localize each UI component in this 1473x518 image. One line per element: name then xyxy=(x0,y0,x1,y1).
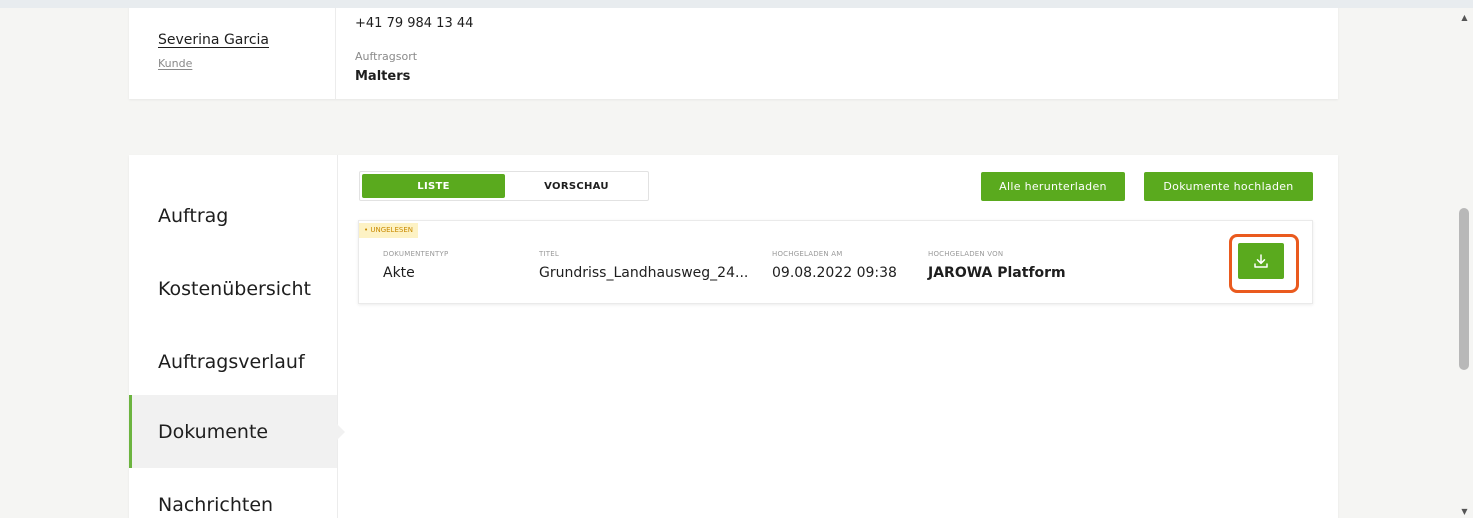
active-indicator xyxy=(337,424,345,440)
customer-name-link[interactable]: Severina Garcia xyxy=(158,32,269,48)
download-highlight xyxy=(1229,234,1299,293)
scroll-down-arrow-icon[interactable]: ▼ xyxy=(1456,504,1473,518)
download-all-button[interactable]: Alle herunterladen xyxy=(981,172,1125,201)
uploaded-at-label: HOCHGELADEN AM xyxy=(772,250,843,258)
card-divider xyxy=(335,8,336,99)
document-title-label: TITEL xyxy=(539,250,559,258)
uploaded-by-label: HOCHGELADEN VON xyxy=(928,250,1004,258)
sidebar-item-label: Dokumente xyxy=(158,420,269,443)
document-type-value: Akte xyxy=(383,265,415,281)
vertical-scrollbar[interactable]: ▲ ▼ xyxy=(1456,8,1473,518)
sidebar-item-auftragsverlauf[interactable]: Auftragsverlauf xyxy=(129,325,337,398)
sidebar-item-label: Kostenübersicht xyxy=(158,277,311,300)
sidebar-item-auftrag[interactable]: Auftrag xyxy=(129,179,337,252)
sidebar-item-label: Nachrichten xyxy=(158,493,274,516)
sidebar-item-kostenuebersicht[interactable]: Kostenübersicht xyxy=(129,252,337,325)
view-toggle: LISTE VORSCHAU xyxy=(359,171,649,201)
document-type-label: DOKUMENTENTYP xyxy=(383,250,449,258)
uploaded-by-value: JAROWA Platform xyxy=(928,265,1066,281)
sidebar-item-label: Auftragsverlauf xyxy=(158,350,305,373)
location-label: Auftragsort xyxy=(355,50,418,63)
customer-phone: +41 79 984 13 44 xyxy=(355,16,474,31)
sidebar-item-label: Auftrag xyxy=(158,204,229,227)
sidebar-item-dokumente[interactable]: Dokumente xyxy=(129,395,345,468)
upload-documents-button[interactable]: Dokumente hochladen xyxy=(1144,172,1313,201)
scrollbar-thumb[interactable] xyxy=(1459,208,1469,370)
location-value: Malters xyxy=(355,69,411,84)
download-document-button[interactable] xyxy=(1238,243,1284,279)
top-strip xyxy=(0,0,1473,8)
download-icon xyxy=(1254,254,1268,268)
sidebar-nav: Auftrag Kostenübersicht Auftragsverlauf … xyxy=(129,155,345,518)
scroll-up-arrow-icon[interactable]: ▲ xyxy=(1456,10,1473,24)
list-view-button[interactable]: LISTE xyxy=(362,174,505,198)
document-title-value: Grundriss_Landhausweg_24... xyxy=(539,265,749,281)
preview-view-button[interactable]: VORSCHAU xyxy=(505,174,648,198)
unread-badge: • UNGELESEN xyxy=(359,223,418,238)
customer-role-link[interactable]: Kunde xyxy=(158,57,192,70)
customer-card: Severina Garcia Kunde +41 79 984 13 44 A… xyxy=(129,8,1338,99)
page-viewport: Severina Garcia Kunde +41 79 984 13 44 A… xyxy=(10,8,1456,518)
uploaded-at-value: 09.08.2022 09:38 xyxy=(772,265,897,281)
documents-card: Auftrag Kostenübersicht Auftragsverlauf … xyxy=(129,155,1338,518)
document-row: • UNGELESEN DOKUMENTENTYP Akte TITEL Gru… xyxy=(358,220,1313,304)
sidebar-item-nachrichten[interactable]: Nachrichten xyxy=(129,468,337,518)
